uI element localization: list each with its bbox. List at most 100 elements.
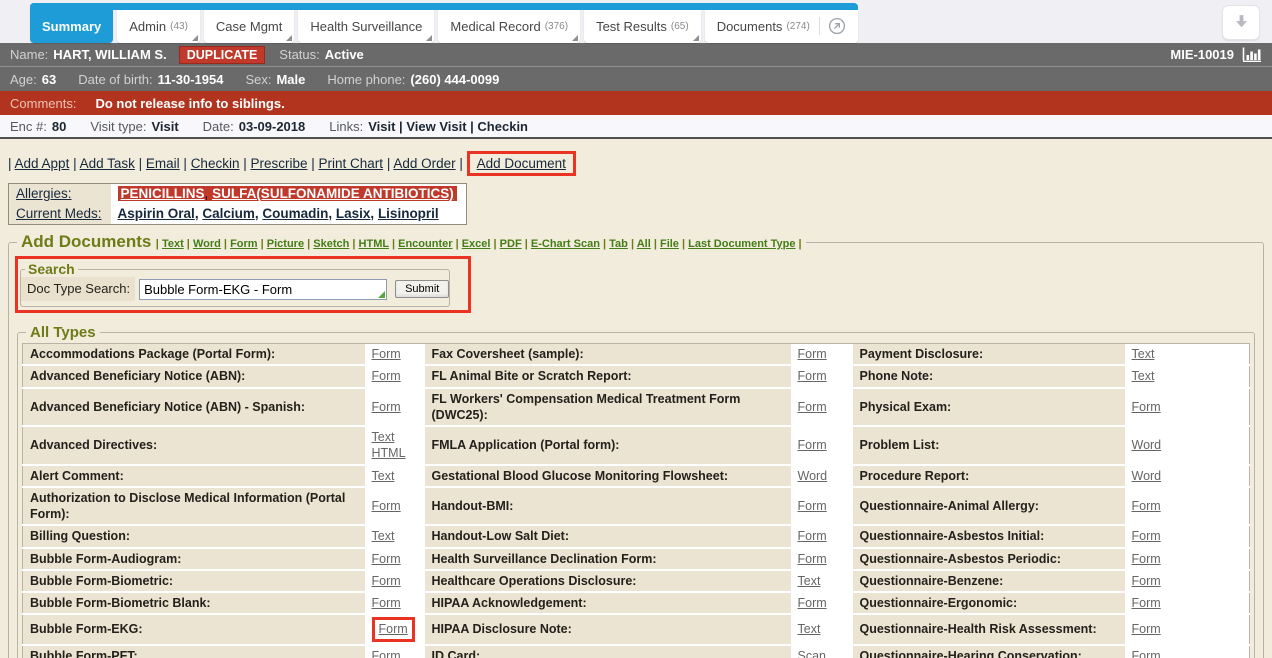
doc-link-accommodations-package-portal-form-form[interactable]: Form xyxy=(372,347,401,361)
doc-link-physical-exam-form[interactable]: Form xyxy=(1132,400,1161,414)
doc-link-gestational-blood-glucose-monitoring-flowsheet-word[interactable]: Word xyxy=(798,469,828,483)
tab-health-surveillance[interactable]: Health Surveillance xyxy=(298,10,434,43)
doc-link-questionnaire-animal-allergy-form[interactable]: Form xyxy=(1132,499,1161,513)
doc-type-link-cell: Form xyxy=(1125,525,1250,547)
type-link-e-chart-scan[interactable]: E-Chart Scan xyxy=(531,238,600,250)
tab-admin[interactable]: Admin(43) xyxy=(117,10,200,43)
popout-icon[interactable] xyxy=(819,17,846,35)
med-link-aspirin-oral[interactable]: Aspirin Oral xyxy=(118,206,195,221)
doc-link-payment-disclosure-text[interactable]: Text xyxy=(1132,347,1155,361)
bar-chart-icon[interactable] xyxy=(1242,47,1262,62)
doc-link-authorization-to-disclose-medical-information-portal-form-form[interactable]: Form xyxy=(372,499,401,513)
current-meds-values: Aspirin Oral, Calcium, Coumadin, Lasix, … xyxy=(111,204,467,225)
med-link-calcium[interactable]: Calcium xyxy=(202,206,255,221)
doc-link-hipaa-acknowledgement-form[interactable]: Form xyxy=(798,596,827,610)
doc-link-bubble-form-audiogram-form[interactable]: Form xyxy=(372,552,401,566)
tab-case-mgmt[interactable]: Case Mgmt xyxy=(204,10,294,43)
doc-link-id-card-scan[interactable]: Scan xyxy=(798,649,827,658)
doc-type-link-cell: Form xyxy=(1125,570,1250,592)
doc-link-questionnaire-hearing-conservation-form[interactable]: Form xyxy=(1132,649,1161,658)
type-link-form[interactable]: Form xyxy=(230,238,258,250)
doc-link-questionnaire-ergonomic-form[interactable]: Form xyxy=(1132,596,1161,610)
doc-link-alert-comment-text[interactable]: Text xyxy=(372,469,395,483)
doc-link-handout-bmi-form[interactable]: Form xyxy=(798,499,827,513)
table-row: Advanced Beneficiary Notice (ABN):FormFL… xyxy=(23,365,1250,387)
doc-link-advanced-beneficiary-notice-abn-form[interactable]: Form xyxy=(372,369,401,383)
doc-type-link-cell: Form xyxy=(791,388,853,427)
type-link-text[interactable]: Text xyxy=(162,238,184,250)
submit-button[interactable]: Submit xyxy=(395,280,449,298)
doc-link-procedure-report-word[interactable]: Word xyxy=(1132,469,1162,483)
doc-link-bubble-form-biometric-form[interactable]: Form xyxy=(372,574,401,588)
tab-documents[interactable]: Documents(274) xyxy=(705,10,858,43)
tab-count: (274) xyxy=(786,21,809,32)
doc-type-search-input[interactable] xyxy=(139,279,387,300)
action-link-add-appt[interactable]: Add Appt xyxy=(15,156,70,171)
action-link-prescribe[interactable]: Prescribe xyxy=(250,156,307,171)
doc-link-bubble-form-biometric-blank-form[interactable]: Form xyxy=(372,596,401,610)
table-row: Bubble Form-Audiogram:FormHealth Surveil… xyxy=(23,548,1250,570)
doc-link-handout-low-salt-diet-form[interactable]: Form xyxy=(798,529,827,543)
doc-link-advanced-directives-text[interactable]: Text xyxy=(372,430,395,444)
med-link-lisinopril[interactable]: Lisinopril xyxy=(378,206,439,221)
tab-test-results[interactable]: Test Results(65) xyxy=(584,10,701,43)
type-link-encounter[interactable]: Encounter xyxy=(398,238,452,250)
doc-link-fl-workers-compensation-medical-treatment-form-dwc25-form[interactable]: Form xyxy=(798,400,827,414)
type-link-excel[interactable]: Excel xyxy=(462,238,491,250)
doc-link-advanced-beneficiary-notice-abn-spanish-form[interactable]: Form xyxy=(372,400,401,414)
doc-type-link-cell: Form xyxy=(365,487,425,526)
doc-type-link-cell: Form xyxy=(365,570,425,592)
doc-link-fmla-application-portal-form-form[interactable]: Form xyxy=(798,438,827,452)
doc-link-bubble-form-ekg-form[interactable]: Form xyxy=(379,622,408,636)
doc-link-questionnaire-benzene-form[interactable]: Form xyxy=(1132,574,1161,588)
doc-link-bubble-form-pft-form[interactable]: Form xyxy=(372,649,401,658)
type-link-all[interactable]: All xyxy=(637,238,651,250)
allergies-link[interactable]: Allergies: xyxy=(16,186,72,201)
action-link-add-task[interactable]: Add Task xyxy=(80,156,135,171)
doc-link-questionnaire-health-risk-assessment-form[interactable]: Form xyxy=(1132,622,1161,636)
duplicate-badge: DUPLICATE xyxy=(179,46,266,64)
doc-type-link-cell: Form xyxy=(791,365,853,387)
enc-link-view-visit[interactable]: View Visit xyxy=(406,119,466,134)
doc-link-fax-coversheet-sample-form[interactable]: Form xyxy=(798,347,827,361)
action-link-add-order[interactable]: Add Order xyxy=(393,156,455,171)
doc-link-questionnaire-asbestos-initial-form[interactable]: Form xyxy=(1132,529,1161,543)
tab-strip-accent xyxy=(30,3,858,10)
med-link-coumadin[interactable]: Coumadin xyxy=(262,206,328,221)
doc-link-advanced-directives-html[interactable]: HTML xyxy=(372,446,406,460)
type-link-pdf[interactable]: PDF xyxy=(500,238,522,250)
enc-link-checkin[interactable]: Checkin xyxy=(477,119,528,134)
type-link-word[interactable]: Word xyxy=(193,238,221,250)
doc-link-healthcare-operations-disclosure-text[interactable]: Text xyxy=(798,574,821,588)
doc-link-problem-list-word[interactable]: Word xyxy=(1132,438,1162,452)
doc-link-health-surveillance-declination-form-form[interactable]: Form xyxy=(798,552,827,566)
type-link-picture[interactable]: Picture xyxy=(267,238,304,250)
med-link-lasix[interactable]: Lasix xyxy=(336,206,371,221)
action-link-email[interactable]: Email xyxy=(146,156,180,171)
action-link-add-document[interactable]: Add Document xyxy=(477,156,566,171)
allergy-link-penicillins[interactable]: PENICILLINS xyxy=(121,186,205,201)
download-button[interactable] xyxy=(1222,5,1260,40)
current-meds-link[interactable]: Current Meds: xyxy=(16,206,102,221)
tab-summary[interactable]: Summary xyxy=(30,3,113,43)
action-link-print-chart[interactable]: Print Chart xyxy=(319,156,384,171)
doc-link-phone-note-text[interactable]: Text xyxy=(1132,369,1155,383)
type-link-html[interactable]: HTML xyxy=(359,238,389,250)
doc-link-hipaa-disclosure-note-text[interactable]: Text xyxy=(798,622,821,636)
action-link-checkin[interactable]: Checkin xyxy=(191,156,240,171)
enc-link-visit[interactable]: Visit xyxy=(368,119,395,134)
patient-name-bar: Name: HART, WILLIAM S. DUPLICATE Status:… xyxy=(0,43,1272,66)
allergy-link-sulfa-sulfonamide-antibiotics[interactable]: SULFA(SULFONAMIDE ANTIBIOTICS) xyxy=(212,186,454,201)
doc-link-fl-animal-bite-or-scratch-report-form[interactable]: Form xyxy=(798,369,827,383)
type-link-last-document-type[interactable]: Last Document Type xyxy=(688,238,795,250)
allergies-row: Allergies: PENICILLINS, SULFA(SULFONAMID… xyxy=(9,184,467,205)
doc-type-label: Bubble Form-Biometric: xyxy=(23,570,365,592)
type-link-file[interactable]: File xyxy=(660,238,679,250)
visit-date-label: Date: xyxy=(203,119,234,134)
doc-link-billing-question-text[interactable]: Text xyxy=(372,529,395,543)
doc-link-questionnaire-asbestos-periodic-form[interactable]: Form xyxy=(1132,552,1161,566)
allergies-meds-box: Allergies: PENICILLINS, SULFA(SULFONAMID… xyxy=(8,183,467,225)
tab-medical-record[interactable]: Medical Record(376) xyxy=(438,10,580,43)
type-link-sketch[interactable]: Sketch xyxy=(313,238,349,250)
type-link-tab[interactable]: Tab xyxy=(609,238,628,250)
